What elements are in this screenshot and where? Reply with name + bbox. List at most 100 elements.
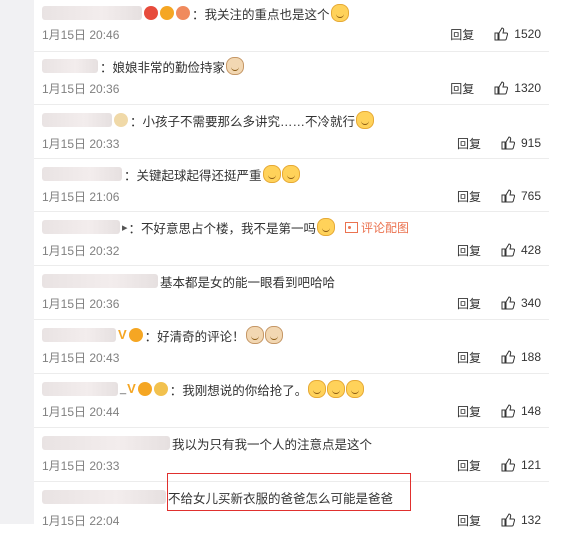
comment-body: 基本都是女的能一眼看到吧哈哈 bbox=[42, 270, 541, 292]
comment-body: _ V ：我刚想说的你给抢了。 bbox=[42, 378, 541, 400]
comment-list: ：我关注的重点也是这个 1月15日 20:46 回复 1520 ：娘娘非常的勤俭… bbox=[34, 0, 549, 533]
username-blurred[interactable] bbox=[42, 6, 142, 20]
like-count: 1320 bbox=[514, 81, 541, 95]
comment-item: _ V ：我刚想说的你给抢了。 1月15日 20:44 回复 148 bbox=[34, 374, 549, 428]
comment-body: ：娘娘非常的勤俭持家 bbox=[42, 55, 541, 77]
like-button[interactable]: 148 bbox=[501, 404, 541, 418]
laugh-emoji-icon bbox=[330, 4, 349, 22]
like-count: 148 bbox=[520, 404, 541, 418]
comment-item: 基本都是女的能一眼看到吧哈哈 1月15日 20:36 回复 340 bbox=[34, 266, 549, 320]
comment-text: ：不好意思占个楼，我不是第一吗 bbox=[128, 221, 317, 236]
comment-text: ：我刚想说的你给抢了。 bbox=[169, 383, 308, 398]
comment-date: 1月15日 20:33 bbox=[42, 136, 120, 151]
reply-button[interactable]: 回复 bbox=[457, 349, 481, 366]
username-tail: _ bbox=[120, 383, 127, 395]
reply-button[interactable]: 回复 bbox=[457, 188, 481, 205]
username-blurred[interactable] bbox=[42, 382, 118, 396]
username-blurred[interactable] bbox=[42, 436, 170, 450]
username-blurred[interactable] bbox=[42, 328, 116, 342]
reply-button[interactable]: 回复 bbox=[450, 80, 474, 97]
grin-emoji-icon bbox=[356, 111, 375, 129]
comment-text: ：好清奇的评论！ bbox=[144, 329, 245, 344]
like-count: 765 bbox=[520, 189, 541, 203]
like-button[interactable]: 765 bbox=[501, 189, 541, 203]
thumb-up-icon bbox=[501, 243, 515, 257]
like-button[interactable]: 132 bbox=[501, 513, 541, 527]
medal-badge-icon bbox=[153, 382, 168, 396]
thumb-up-icon bbox=[501, 513, 515, 527]
thumb-up-icon bbox=[494, 81, 509, 95]
like-button[interactable]: 1320 bbox=[494, 81, 541, 95]
like-count: 188 bbox=[520, 350, 541, 364]
comment-date: 1月15日 20:36 bbox=[42, 81, 120, 96]
like-button[interactable]: 121 bbox=[501, 458, 541, 472]
highlight-box bbox=[167, 473, 411, 511]
comment-date: 1月15日 22:04 bbox=[42, 513, 120, 528]
comment-meta: 1月15日 20:36 回复 1320 bbox=[42, 79, 541, 97]
reply-button[interactable]: 回复 bbox=[450, 26, 474, 43]
username-blurred[interactable] bbox=[42, 220, 120, 234]
comment-body: 我以为只有我一个人的注意点是这个 bbox=[42, 432, 541, 454]
thumb-up-icon bbox=[501, 296, 515, 310]
comment-date: 1月15日 20:44 bbox=[42, 404, 120, 419]
vip-badge-icon: V bbox=[127, 381, 136, 396]
reply-button[interactable]: 回复 bbox=[457, 242, 481, 259]
thumb-up-icon bbox=[501, 404, 515, 418]
cat-emoji-icon bbox=[226, 57, 245, 75]
thumb-up-icon bbox=[501, 136, 515, 150]
heart-badge-icon bbox=[128, 328, 143, 342]
comment-meta: 1月15日 20:36 回复 340 bbox=[42, 294, 541, 312]
comment-body: ：我关注的重点也是这个 bbox=[42, 2, 541, 24]
comment-meta: 1月15日 21:06 回复 765 bbox=[42, 187, 541, 205]
sob-emoji-icon bbox=[281, 165, 300, 183]
comment-item: ：小孩子不需要那么多讲究……不冷就行 1月15日 20:33 回复 915 bbox=[34, 105, 549, 159]
comment-text: 基本都是女的能一眼看到吧哈哈 bbox=[160, 275, 336, 290]
comment-text: 我以为只有我一个人的注意点是这个 bbox=[172, 437, 373, 452]
laugh-cry-emoji-icon bbox=[346, 380, 365, 398]
comment-item: ：我关注的重点也是这个 1月15日 20:46 回复 1520 bbox=[34, 0, 549, 52]
username-blurred[interactable] bbox=[42, 113, 112, 127]
comment-date: 1月15日 20:33 bbox=[42, 458, 120, 473]
like-button[interactable]: 428 bbox=[501, 243, 541, 257]
comment-image-label: 评论配图 bbox=[361, 220, 410, 235]
thumb-up-icon bbox=[501, 189, 515, 203]
like-count: 1520 bbox=[514, 27, 541, 41]
comment-body: ：关键起球起得还挺严重 bbox=[42, 163, 541, 185]
heart-badge-icon bbox=[137, 382, 152, 396]
comment-date: 1月15日 20:32 bbox=[42, 243, 120, 258]
comment-image-link[interactable]: 评论配图 bbox=[345, 219, 409, 236]
laugh-cry-emoji-icon bbox=[308, 380, 327, 398]
comment-meta: 1月15日 22:04 回复 132 bbox=[42, 511, 541, 529]
avatar-badge-icon bbox=[114, 113, 128, 127]
like-button[interactable]: 915 bbox=[501, 136, 541, 150]
comment-text: ：小孩子不需要那么多讲究……不冷就行 bbox=[130, 114, 356, 129]
medal-badge-icon bbox=[176, 6, 190, 20]
comment-meta: 1月15日 20:44 回复 148 bbox=[42, 402, 541, 420]
comment-body: ▸ ：不好意思占个楼，我不是第一吗 评论配图 bbox=[42, 216, 541, 238]
thumb-up-icon bbox=[501, 350, 515, 364]
comment-item: ：关键起球起得还挺严重 1月15日 21:06 回复 765 bbox=[34, 159, 549, 212]
username-blurred[interactable] bbox=[42, 490, 166, 504]
comment-meta: 1月15日 20:32 回复 428 bbox=[42, 241, 541, 259]
reply-button[interactable]: 回复 bbox=[457, 403, 481, 420]
vip-badge-icon: V bbox=[118, 327, 127, 342]
username-blurred[interactable] bbox=[42, 274, 158, 288]
username-blurred[interactable] bbox=[42, 167, 122, 181]
comment-meta: 1月15日 20:46 回复 1520 bbox=[42, 25, 541, 43]
like-button[interactable]: 1520 bbox=[494, 27, 541, 41]
reply-button[interactable]: 回复 bbox=[457, 135, 481, 152]
comment-date: 1月15日 21:06 bbox=[42, 189, 120, 204]
comment-date: 1月15日 20:36 bbox=[42, 296, 120, 311]
like-button[interactable]: 188 bbox=[501, 350, 541, 364]
like-count: 340 bbox=[520, 296, 541, 310]
reply-button[interactable]: 回复 bbox=[457, 512, 481, 529]
reply-button[interactable]: 回复 bbox=[457, 295, 481, 312]
comment-date: 1月15日 20:46 bbox=[42, 27, 120, 42]
like-count: 132 bbox=[520, 513, 541, 527]
thumb-up-icon bbox=[494, 27, 509, 41]
comment-meta: 1月15日 20:33 回复 915 bbox=[42, 134, 541, 152]
comment-body: V ：好清奇的评论！ bbox=[42, 324, 541, 346]
like-button[interactable]: 340 bbox=[501, 296, 541, 310]
username-blurred[interactable] bbox=[42, 59, 98, 73]
reply-button[interactable]: 回复 bbox=[457, 457, 481, 474]
